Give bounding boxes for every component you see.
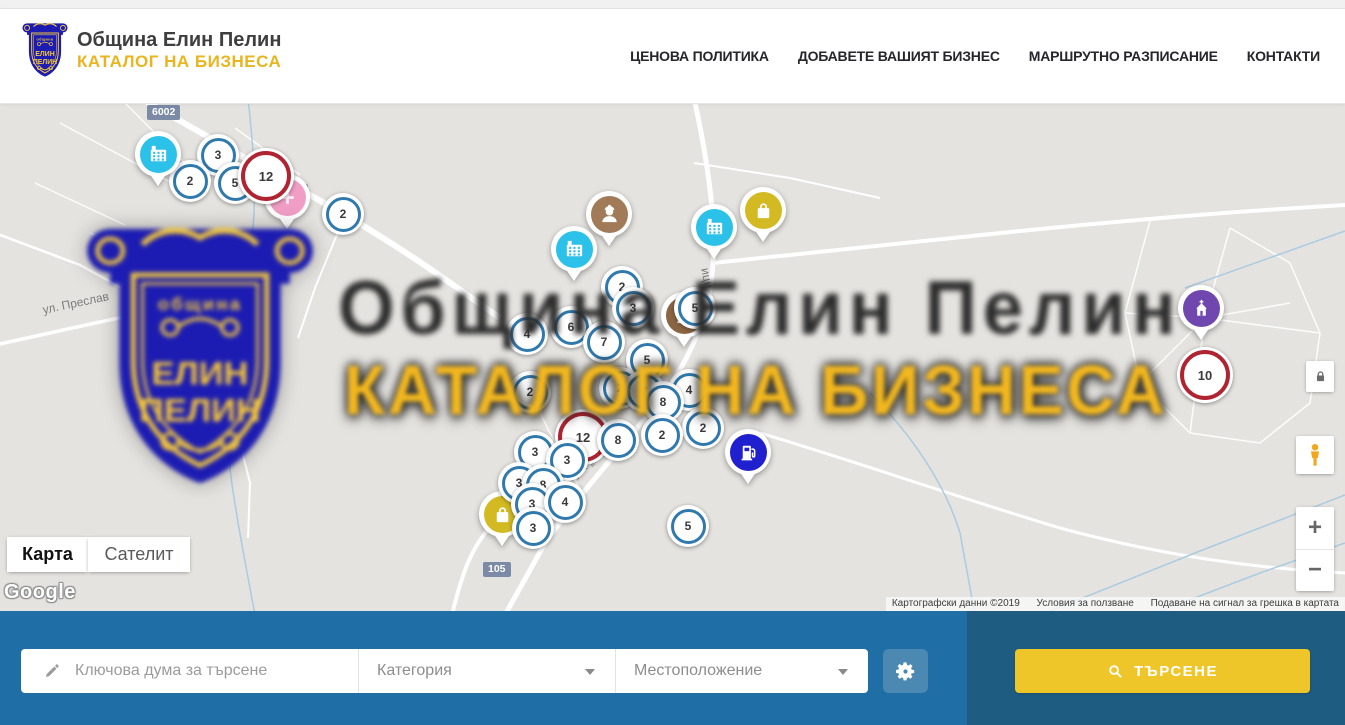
zoom-control: + − (1296, 507, 1334, 591)
pin-body (725, 429, 771, 475)
category-value: Категория (377, 662, 452, 680)
search-button-label: ТЪРСЕНЕ (1134, 663, 1218, 680)
factory-icon (696, 209, 733, 246)
map-cluster[interactable]: 5 (674, 287, 716, 329)
map-cluster[interactable]: 3 (612, 287, 654, 329)
chevron-down-icon (838, 669, 848, 675)
factory-icon (140, 136, 177, 173)
fuel-icon (730, 434, 767, 471)
cluster-count: 5 (678, 291, 713, 326)
category-select[interactable]: Категория (359, 649, 616, 693)
search-footer: Категория Местоположение ТЪРСЕНЕ (0, 611, 1345, 725)
map-cluster[interactable]: 3 (512, 507, 554, 549)
google-logo[interactable]: Google (4, 581, 76, 604)
shopping-bag-icon (745, 192, 782, 229)
pegman-button[interactable] (1296, 436, 1334, 474)
cluster-count: 12 (241, 151, 291, 201)
cluster-count: 2 (686, 411, 721, 446)
factory-icon (556, 231, 593, 268)
map-pin[interactable] (725, 429, 771, 489)
pin-body (740, 187, 786, 233)
attribution-copyright: Картографски данни ©2019 (892, 598, 1020, 609)
pencil-icon (43, 662, 61, 680)
map-pin[interactable] (1178, 285, 1224, 345)
lock-icon (1312, 368, 1329, 385)
search-bar: Категория Местоположение (21, 649, 868, 693)
brand-title: Община Елин Пелин (77, 28, 281, 52)
nav-item-route-schedule[interactable]: МАРШРУТНО РАЗПИСАНИЕ (1029, 48, 1218, 64)
search-icon (1107, 663, 1124, 680)
attribution-terms-link[interactable]: Условия за ползване (1037, 598, 1134, 609)
zoom-out-button[interactable]: − (1296, 550, 1334, 592)
cluster-count: 2 (513, 375, 548, 410)
map-cluster[interactable]: 8 (597, 419, 639, 461)
main-nav: ЦЕНОВА ПОЛИТИКА ДОБАВЕТЕ ВАШИЯТ БИЗНЕС М… (601, 9, 1320, 103)
location-select[interactable]: Местоположение (616, 649, 868, 693)
municipality-crest-icon (22, 21, 68, 79)
map-cluster[interactable]: 5 (667, 505, 709, 547)
map-cluster[interactable]: 7 (583, 321, 625, 363)
page: Община Елин Пелин КАТАЛОГ НА БИЗНЕСА ЦЕН… (0, 0, 1345, 725)
pegman-icon (1302, 442, 1328, 468)
map-attribution: Картографски данни ©2019 Условия за полз… (886, 597, 1345, 611)
nav-item-contacts[interactable]: КОНТАКТИ (1247, 48, 1320, 64)
map-cluster[interactable]: 12 (238, 148, 294, 204)
brand-text: Община Елин Пелин КАТАЛОГ НА БИЗНЕСА (77, 28, 281, 72)
keyword-field (21, 649, 359, 693)
search-button[interactable]: ТЪРСЕНЕ (1015, 649, 1310, 693)
map-pin[interactable] (691, 204, 737, 264)
brand-logo-link[interactable]: Община Елин Пелин КАТАЛОГ НА БИЗНЕСА (22, 21, 281, 79)
cluster-count: 2 (645, 418, 680, 453)
chevron-down-icon (585, 669, 595, 675)
map-markers-layer: 325122235647522748221283338345310 (0, 103, 1345, 611)
cluster-count: 8 (601, 423, 636, 458)
location-value: Местоположение (634, 662, 762, 680)
cluster-count: 2 (326, 197, 361, 232)
advanced-settings-button[interactable] (883, 649, 928, 693)
map-type-map-button[interactable]: Карта (7, 537, 88, 572)
lock-button[interactable] (1306, 361, 1334, 392)
header: Община Елин Пелин КАТАЛОГ НА БИЗНЕСА ЦЕН… (0, 9, 1345, 104)
zoom-in-button[interactable]: + (1296, 507, 1334, 550)
pin-body (691, 204, 737, 250)
map-type-control: Карта Сателит (7, 537, 190, 572)
cluster-count: 4 (548, 485, 583, 520)
map-cluster[interactable]: 2 (322, 193, 364, 235)
cluster-count: 7 (587, 325, 622, 360)
nav-item-add-business[interactable]: ДОБАВЕТЕ ВАШИЯТ БИЗНЕС (798, 48, 1000, 64)
map-pin[interactable] (740, 187, 786, 247)
attribution-report-link[interactable]: Подаване на сигнал за грешка в картата (1151, 598, 1339, 609)
pin-body (1178, 285, 1224, 331)
map-cluster[interactable]: 2 (682, 407, 724, 449)
map-pin[interactable] (135, 131, 181, 191)
cluster-count: 10 (1180, 350, 1230, 400)
pin-body (135, 131, 181, 177)
google-map[interactable]: ул. Преслав бул. „Новосел ици 6002 105 3… (0, 103, 1345, 611)
cluster-count: 3 (516, 511, 551, 546)
brand-subtitle: КАТАЛОГ НА БИЗНЕСА (77, 52, 281, 72)
pin-body (551, 226, 597, 272)
cluster-count: 4 (510, 317, 545, 352)
cluster-count: 5 (671, 509, 706, 544)
gear-icon (894, 660, 917, 683)
church-icon (1183, 290, 1220, 327)
top-strip (0, 0, 1345, 9)
map-cluster[interactable]: 4 (506, 313, 548, 355)
nav-item-pricing[interactable]: ЦЕНОВА ПОЛИТИКА (630, 48, 769, 64)
map-cluster[interactable]: 2 (641, 414, 683, 456)
map-cluster[interactable]: 2 (509, 371, 551, 413)
map-cluster[interactable]: 10 (1177, 347, 1233, 403)
keyword-input[interactable] (73, 661, 358, 681)
cluster-count: 3 (616, 291, 651, 326)
map-type-satellite-button[interactable]: Сателит (88, 537, 190, 572)
map-pin[interactable] (551, 226, 597, 286)
